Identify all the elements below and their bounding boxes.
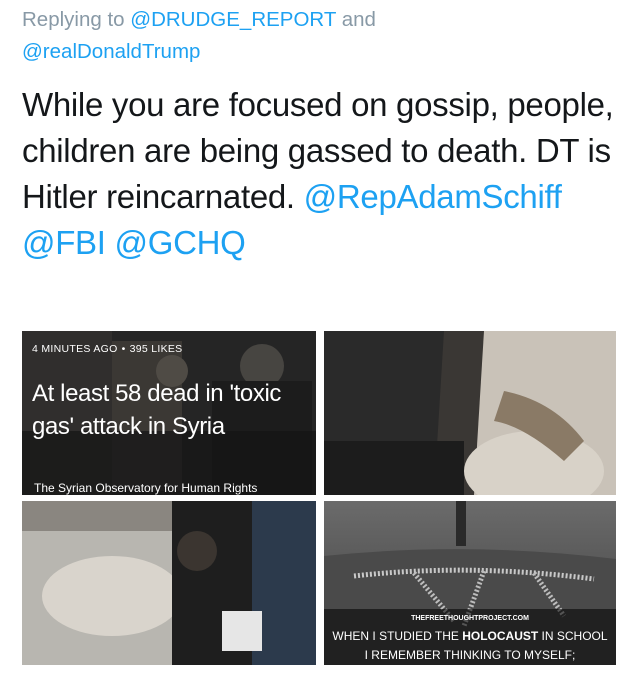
news-headline: At least 58 dead in 'toxic gas' attack i… — [32, 380, 282, 440]
photo-3-content — [22, 501, 316, 665]
replying-to-label: Replying to — [22, 8, 131, 31]
mention-drudge-report[interactable]: @DRUDGE_REPORT — [130, 8, 336, 31]
news-source: The Syrian Observatory for Human Rights — [34, 481, 258, 495]
media-image-news-screenshot[interactable]: 4 MINUTES AGO • 395 LIKES At least 58 dead… — [22, 331, 316, 495]
news-time: 4 MINUTES AGO — [32, 343, 118, 355]
tweet-body: While you are focused on gossip, people,… — [22, 82, 622, 266]
reply-and-label: and — [336, 8, 376, 31]
mention-fbi[interactable]: @FBI — [22, 224, 106, 261]
media-image-photo-2[interactable] — [324, 331, 616, 495]
photo-2-content — [324, 331, 616, 495]
caption-line-1: WHEN I STUDIED THE HOLOCAUST IN SCHOOL — [324, 629, 616, 643]
caption-line-1-post: IN SCHOOL — [538, 629, 608, 643]
news-meta: 4 MINUTES AGO • 395 LIKES — [32, 343, 182, 355]
news-likes: 395 LIKES — [129, 343, 183, 355]
reply-context: Replying to @DRUDGE_REPORT and @realDona… — [22, 4, 622, 68]
media-image-photo-3[interactable] — [22, 501, 316, 665]
mention-repadamschiff[interactable]: @RepAdamSchiff — [304, 178, 562, 215]
mention-realdonaldtrump[interactable]: @realDonaldTrump — [22, 40, 200, 63]
media-grid: 4 MINUTES AGO • 395 LIKES At least 58 dead… — [22, 331, 616, 665]
caption-line-1-pre: WHEN I STUDIED THE — [332, 629, 463, 643]
caption-line-2: I REMEMBER THINKING TO MYSELF; — [364, 648, 576, 662]
news-meta-separator: • — [121, 343, 126, 355]
mention-gchq[interactable]: @GCHQ — [115, 224, 246, 261]
watermark-text: THEFREETHOUGHTPROJECT.COM — [411, 615, 529, 622]
media-image-holocaust[interactable]: THEFREETHOUGHTPROJECT.COM WHEN I STUDIED… — [324, 501, 616, 665]
caption-holocaust-bold: HOLOCAUST — [462, 629, 539, 643]
